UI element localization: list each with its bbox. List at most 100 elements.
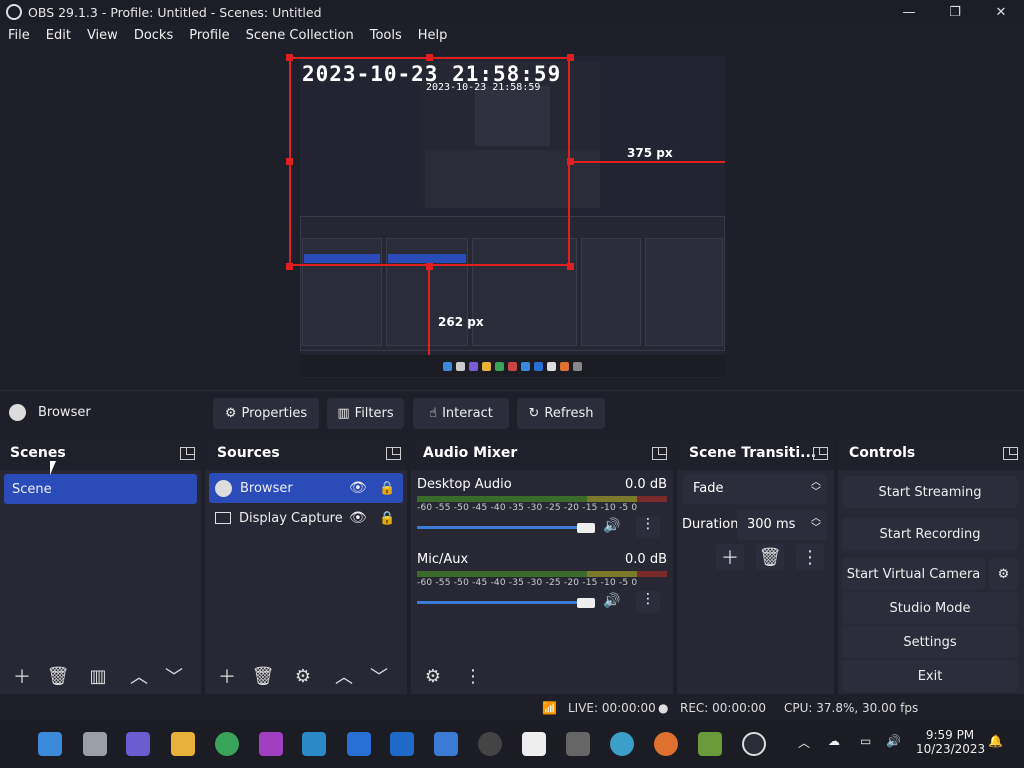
- terminal-icon[interactable]: [302, 732, 326, 756]
- add-transition-button[interactable]: ＋: [716, 544, 744, 570]
- resize-handle-tr[interactable]: [567, 54, 574, 61]
- cards-icon[interactable]: [522, 732, 546, 756]
- chevron-up-icon[interactable]: ︿: [798, 734, 810, 751]
- lock-icon[interactable]: 🔒: [379, 481, 395, 496]
- resize-handle-t[interactable]: [426, 54, 433, 61]
- studio-mode-button[interactable]: Studio Mode: [842, 592, 1018, 624]
- resize-handle-bl[interactable]: [286, 263, 293, 270]
- menu-file[interactable]: File: [8, 28, 30, 43]
- move-source-down-button[interactable]: ﹀: [365, 663, 393, 689]
- task-view-icon[interactable]: [83, 732, 107, 756]
- transition-menu-button[interactable]: ⋮: [796, 544, 824, 570]
- undock-icon[interactable]: [652, 447, 667, 460]
- add-source-button[interactable]: ＋: [213, 663, 241, 689]
- virtual-camera-settings-button[interactable]: ⚙: [989, 558, 1018, 590]
- refresh-button[interactable]: ↻ Refresh: [517, 398, 605, 429]
- volume-slider-thumb[interactable]: [577, 523, 595, 533]
- duration-input[interactable]: 300 ms ︿ ﹀: [737, 510, 827, 540]
- move-scene-up-button[interactable]: ︿: [125, 663, 153, 689]
- gear-icon: ⚙: [424, 665, 442, 687]
- chart-app-icon[interactable]: [698, 732, 722, 756]
- volume-icon[interactable]: 🔊: [886, 734, 901, 748]
- lock-icon[interactable]: 🔒: [379, 511, 395, 526]
- start-recording-button[interactable]: Start Recording: [842, 518, 1018, 550]
- source-item-label: Display Capture: [239, 510, 343, 526]
- menu-docks[interactable]: Docks: [134, 28, 173, 43]
- store-icon[interactable]: [434, 732, 458, 756]
- undock-icon[interactable]: [180, 447, 195, 460]
- properties-button[interactable]: ⚙ Properties: [213, 398, 319, 429]
- play-icon[interactable]: [478, 732, 502, 756]
- menu-profile[interactable]: Profile: [189, 28, 229, 43]
- channel-menu-icon[interactable]: ⋮: [636, 591, 660, 613]
- volume-slider[interactable]: [417, 601, 577, 604]
- source-properties-button[interactable]: ⚙: [289, 663, 317, 689]
- scene-item[interactable]: Scene: [4, 474, 197, 504]
- minimize-button[interactable]: —: [886, 0, 932, 24]
- undock-icon[interactable]: [813, 447, 828, 460]
- start-virtual-camera-button[interactable]: Start Virtual Camera: [842, 558, 985, 590]
- teams-icon[interactable]: [126, 732, 150, 756]
- move-source-up-button[interactable]: ︿: [330, 663, 358, 689]
- filters-button[interactable]: ▥ Filters: [327, 398, 404, 429]
- shield-icon[interactable]: [347, 732, 371, 756]
- volume-slider[interactable]: [417, 526, 577, 529]
- advanced-audio-button[interactable]: ⚙: [419, 663, 447, 689]
- start-streaming-button[interactable]: Start Streaming: [842, 476, 1018, 508]
- firefox-icon[interactable]: [654, 732, 678, 756]
- remove-source-button[interactable]: 🗑: [249, 663, 277, 689]
- speaker-icon[interactable]: 🔊: [603, 518, 620, 534]
- menu-tools[interactable]: Tools: [370, 28, 402, 43]
- duration-value: 300 ms: [747, 517, 796, 532]
- resize-handle-br[interactable]: [567, 263, 574, 270]
- clock[interactable]: 9:59 PM 10/23/2023: [916, 728, 985, 756]
- spin-arrows-icon[interactable]: ︿ ﹀: [811, 514, 821, 534]
- volume-slider-thumb[interactable]: [577, 598, 595, 608]
- nested-taskbar: [300, 355, 725, 377]
- menu-help[interactable]: Help: [418, 28, 448, 43]
- monitor-icon[interactable]: ▭: [860, 734, 871, 748]
- mixer-menu-button[interactable]: ⋮: [459, 663, 487, 689]
- notification-bell-icon[interactable]: 🔔: [988, 734, 1003, 748]
- source-item-display-capture[interactable]: Display Capture 👁 🔒: [209, 503, 403, 533]
- channel-menu-icon[interactable]: ⋮: [636, 516, 660, 538]
- menu-scene-collection[interactable]: Scene Collection: [246, 28, 354, 43]
- move-scene-down-button[interactable]: ﹀: [160, 663, 188, 689]
- cloud-icon[interactable]: ☁: [828, 734, 840, 748]
- calculator-icon[interactable]: [566, 732, 590, 756]
- file-explorer-icon[interactable]: [171, 732, 195, 756]
- sources-dock: Sources Browser 👁 🔒 Display Capture 👁 🔒 …: [205, 438, 407, 694]
- resize-handle-tl[interactable]: [286, 54, 293, 61]
- gear-icon: ⚙: [224, 406, 237, 421]
- undock-icon[interactable]: [386, 447, 401, 460]
- resize-handle-l[interactable]: [286, 158, 293, 165]
- menu-edit[interactable]: Edit: [46, 28, 71, 43]
- obs-icon[interactable]: [742, 732, 766, 756]
- eye-icon[interactable]: 👁: [349, 480, 367, 496]
- interact-button[interactable]: ☝ Interact: [413, 398, 509, 429]
- menu-view[interactable]: View: [87, 28, 118, 43]
- settings-button[interactable]: Settings: [842, 626, 1018, 658]
- remove-scene-button[interactable]: 🗑: [44, 663, 72, 689]
- channel-name: Mic/Aux: [417, 552, 469, 567]
- gear-icon: ⚙: [997, 566, 1010, 582]
- media-player-icon[interactable]: [390, 732, 414, 756]
- add-scene-button[interactable]: ＋: [8, 663, 36, 689]
- source-selection-box[interactable]: [289, 57, 570, 266]
- undock-icon[interactable]: [1003, 447, 1018, 460]
- transition-select[interactable]: Fade ︿ ﹀: [683, 474, 827, 504]
- close-button[interactable]: ✕: [978, 0, 1024, 24]
- eye-icon[interactable]: 👁: [349, 510, 367, 526]
- maximize-button[interactable]: ❐: [932, 0, 978, 24]
- exit-button[interactable]: Exit: [842, 660, 1018, 692]
- clapperboard-icon[interactable]: [259, 732, 283, 756]
- source-item-browser[interactable]: Browser 👁 🔒: [209, 473, 403, 503]
- chrome-icon[interactable]: [215, 732, 239, 756]
- transition-select-value: Fade: [693, 481, 724, 496]
- speaker-icon[interactable]: 🔊: [603, 593, 620, 609]
- start-icon[interactable]: [38, 732, 62, 756]
- scene-filters-button[interactable]: ▥: [84, 663, 112, 689]
- scene-transitions-title: Scene Transiti...: [689, 445, 817, 461]
- remove-transition-button[interactable]: 🗑: [756, 544, 784, 570]
- maps-icon[interactable]: [610, 732, 634, 756]
